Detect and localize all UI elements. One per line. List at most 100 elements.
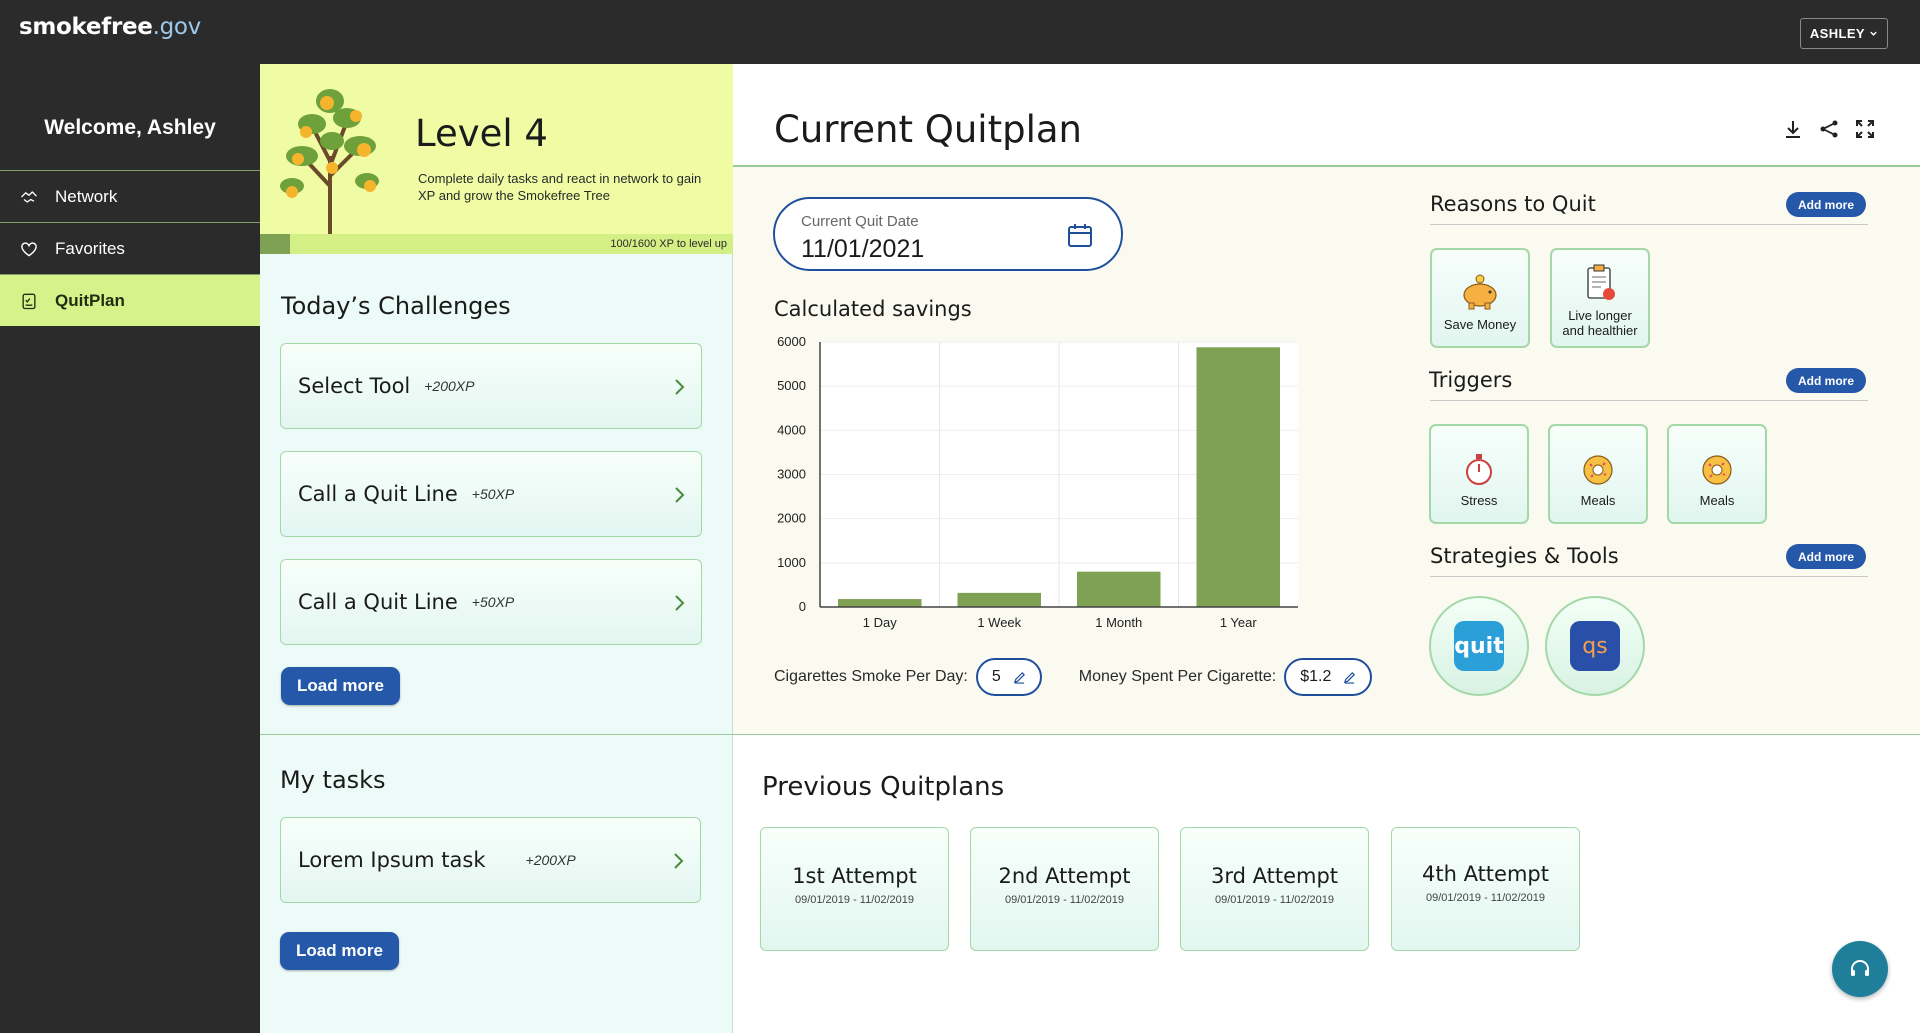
quit-date-field[interactable]: Current Quit Date 11/01/2021: [773, 197, 1123, 271]
strategies-title: Strategies & Tools: [1430, 544, 1619, 568]
trigger-label: Stress: [1460, 493, 1498, 508]
smokefree-tree-icon: [280, 89, 379, 236]
quitstart-app-label: qs: [1582, 633, 1608, 659]
divider: [1430, 576, 1868, 577]
savings-bar-chart: 0 1000 2000 3000 4000 5000 6000 1 Day 1 Week 1 Mo…: [777, 334, 1298, 630]
trigger-label: Meals: [1580, 493, 1616, 508]
current-quitplan-panel: Current Quitplan Current Quit Date 11/01…: [733, 64, 1920, 734]
help-chat-button[interactable]: [1832, 941, 1888, 997]
edit-pencil-icon: [1013, 671, 1025, 684]
x-tick-label: 1 Year: [1220, 615, 1258, 630]
clipboard-icon: [22, 293, 36, 309]
chevron-right-icon: [675, 595, 685, 611]
sidebar-item-label: Network: [55, 186, 118, 206]
level-description: Complete daily tasks and react in networ…: [418, 171, 702, 203]
xp-progress-bar: 100/1600 XP to level up: [260, 234, 733, 254]
attempt-dates: 09/01/2019 - 11/02/2019: [1425, 892, 1546, 904]
trigger-tile-meals[interactable]: Meals: [1548, 424, 1648, 524]
sidebar-item-label: Favorites: [55, 238, 125, 258]
quitguide-app-icon: quit: [1454, 621, 1504, 671]
bar: [957, 592, 1041, 607]
challenges-load-more-button[interactable]: Load more: [281, 667, 400, 705]
calculated-savings-title: Calculated savings: [774, 297, 972, 321]
x-tick-label: 1 Month: [1095, 615, 1142, 630]
edit-pencil-icon: [1344, 671, 1356, 684]
user-menu-button[interactable]: ASHLEY: [1799, 18, 1888, 49]
cigarettes-per-day-value: 5: [991, 668, 1001, 685]
money-per-cigarette-label: Money Spent Per Cigarette:: [1078, 668, 1277, 685]
cigarettes-per-day-label: Cigarettes Smoke Per Day:: [774, 668, 968, 685]
attempt-dates: 09/01/2019 - 11/02/2019: [1214, 894, 1335, 906]
attempt-name: 3rd Attempt: [1210, 864, 1339, 888]
sidebar-item-network[interactable]: Network: [0, 170, 260, 222]
chevron-right-icon: [675, 487, 685, 503]
challenge-name: Select Tool: [298, 374, 411, 398]
previous-attempt-card[interactable]: 3rd Attempt 09/01/2019 - 11/02/2019: [1180, 827, 1369, 951]
quit-date-label: Current Quit Date: [801, 213, 919, 230]
challenge-card[interactable]: Call a Quit Line +50XP: [280, 451, 702, 537]
attempt-dates: 09/01/2019 - 11/02/2019: [794, 894, 915, 906]
previous-attempt-card[interactable]: 1st Attempt 09/01/2019 - 11/02/2019: [760, 827, 949, 951]
bar: [1196, 347, 1280, 607]
fullscreen-icon[interactable]: [1854, 118, 1876, 140]
quitstart-app-icon: qs: [1570, 621, 1620, 671]
share-icon[interactable]: [1818, 118, 1840, 140]
donut-icon: [1583, 455, 1613, 485]
reasons-add-more-button[interactable]: Add more: [1786, 192, 1867, 217]
header-actions: [1782, 118, 1876, 140]
cigarettes-per-day-input[interactable]: 5: [975, 658, 1042, 696]
task-xp: +200XP: [525, 852, 576, 868]
sidebar-item-label: QuitPlan: [55, 290, 125, 310]
money-per-cigarette-input[interactable]: $1.2: [1284, 658, 1373, 696]
bar: [1077, 571, 1161, 607]
triggers-add-more-button[interactable]: Add more: [1786, 368, 1867, 393]
chevron-right-icon: [675, 379, 685, 395]
welcome-text: Welcome, Ashley: [44, 116, 216, 139]
stopwatch-icon: [1466, 454, 1492, 485]
heart-icon: [21, 241, 37, 257]
calendar-icon[interactable]: [1067, 222, 1093, 248]
task-card[interactable]: Lorem Ipsum task +200XP: [280, 817, 701, 903]
strategy-tool-quitguide[interactable]: quit: [1429, 596, 1529, 696]
challenges-column: Level 4 Complete daily tasks and react i…: [260, 64, 733, 1033]
sidebar-nav: Network Favorites QuitPlan: [0, 170, 260, 326]
trigger-label: Meals: [1699, 493, 1735, 508]
section-divider: [260, 734, 1920, 735]
reason-tile-save-money[interactable]: Save Money: [1430, 248, 1530, 348]
divider: [1430, 400, 1868, 401]
y-tick-label: 6000: [777, 334, 806, 349]
challenge-card[interactable]: Select Tool +200XP: [280, 343, 702, 429]
download-icon[interactable]: [1782, 118, 1804, 140]
sidebar: Welcome, Ashley Network Favorites QuitPl…: [0, 64, 260, 1033]
sidebar-item-favorites[interactable]: Favorites: [0, 222, 260, 274]
sidebar-item-quitplan[interactable]: QuitPlan: [0, 274, 260, 326]
reason-label: Live longer and healthier: [1562, 308, 1638, 338]
bar: [838, 599, 922, 607]
previous-attempt-card[interactable]: 4th Attempt 09/01/2019 - 11/02/2019: [1391, 827, 1580, 951]
reason-tile-live-longer[interactable]: Live longer and healthier: [1550, 248, 1650, 348]
triggers-title: Triggers: [1429, 368, 1513, 392]
piggy-bank-icon: [1463, 274, 1497, 310]
previous-attempt-card[interactable]: 2nd Attempt 09/01/2019 - 11/02/2019: [970, 827, 1159, 951]
challenge-name: Call a Quit Line: [298, 482, 458, 506]
headset-icon: [1851, 960, 1869, 976]
trigger-tile-stress[interactable]: Stress: [1429, 424, 1529, 524]
health-clipboard-icon: [1587, 264, 1615, 300]
x-tick-label: 1 Day: [863, 615, 897, 630]
level-title: Level 4: [415, 112, 548, 155]
xp-progress-text: 100/1600 XP to level up: [610, 238, 727, 250]
smokefree-logo[interactable]: smokefree.gov: [19, 14, 201, 40]
strategy-tool-quitstart[interactable]: qs: [1545, 596, 1645, 696]
reasons-title: Reasons to Quit: [1430, 192, 1596, 216]
chevron-right-icon: [674, 853, 684, 869]
tasks-load-more-button[interactable]: Load more: [280, 932, 399, 970]
user-menu-label: ASHLEY: [1809, 26, 1865, 41]
level-panel: Level 4 Complete daily tasks and react i…: [260, 64, 733, 254]
attempt-name: 2nd Attempt: [998, 864, 1131, 888]
strategies-add-more-button[interactable]: Add more: [1786, 544, 1867, 569]
previous-quitplans-title: Previous Quitplans: [762, 772, 1005, 802]
challenge-card[interactable]: Call a Quit Line +50XP: [280, 559, 702, 645]
challenge-xp: +50XP: [471, 594, 515, 610]
x-tick-label: 1 Week: [977, 615, 1021, 630]
trigger-tile-meals[interactable]: Meals: [1667, 424, 1767, 524]
